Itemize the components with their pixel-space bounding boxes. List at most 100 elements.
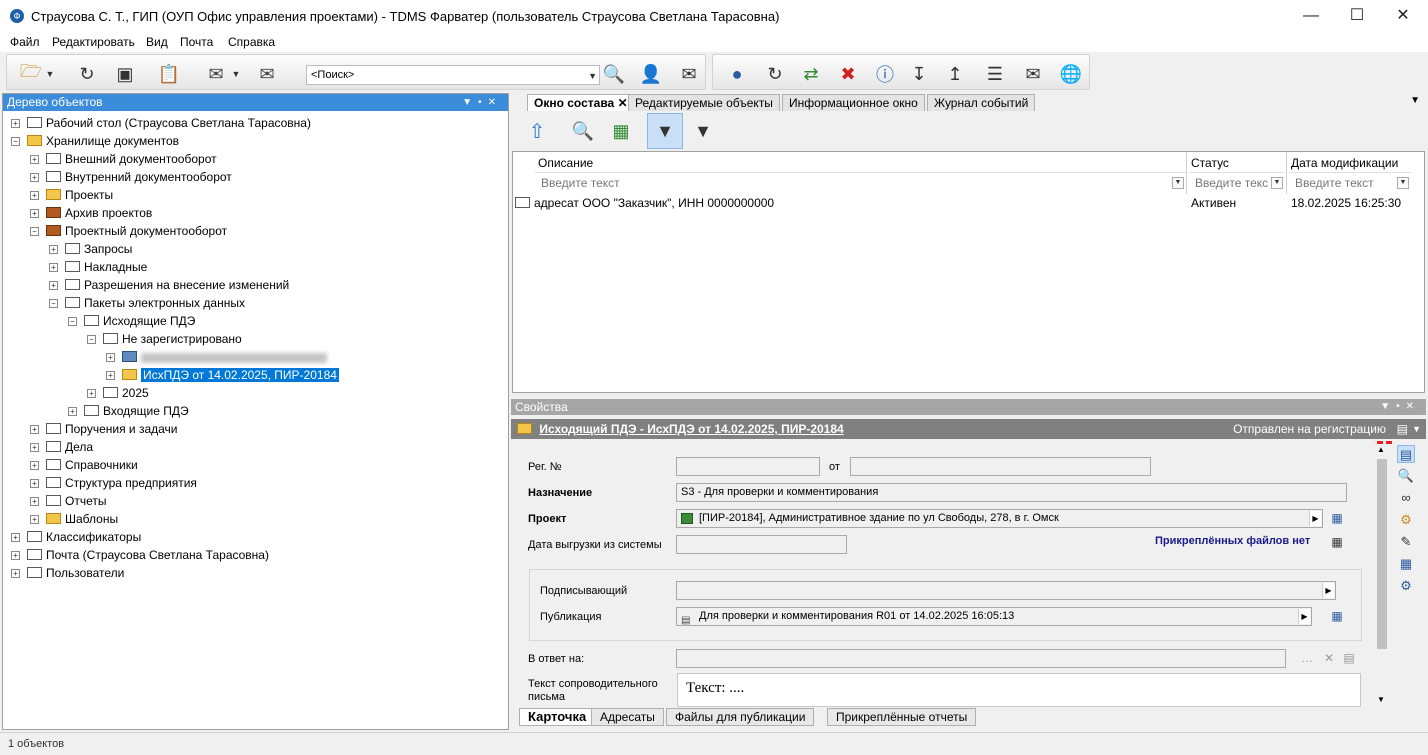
menu-mail[interactable]: Почта (180, 35, 213, 49)
tree-item[interactable]: + Рабочий стол (Страусова Светлана Тарасо… (11, 114, 311, 132)
tab-info-window[interactable]: Информационное окно (782, 94, 925, 111)
refresh-icon[interactable]: ↻ (75, 62, 99, 86)
reg-date-field[interactable] (850, 457, 1151, 476)
scroll-up-icon[interactable]: ▲ (1377, 445, 1385, 454)
filter-dropdown-icon[interactable]: ▼ (1172, 177, 1184, 189)
signer-arrow-icon[interactable]: ▶ (1322, 583, 1334, 598)
card-scrollbar[interactable]: ▲ ▼ (1375, 445, 1389, 707)
tree-item[interactable]: + Почта (Страусова Светлана Тарасовна) (11, 546, 269, 564)
new-dropdown-icon[interactable]: ▼ (43, 62, 57, 86)
new-object-icon[interactable]: 🗁 (19, 61, 43, 86)
tree-item[interactable]: + Проекты (30, 186, 113, 204)
tree-item[interactable]: + Отчеты (30, 492, 106, 510)
export-excel-icon[interactable]: ▦ (609, 119, 633, 143)
tab-addressees[interactable]: Адресаты (591, 708, 664, 726)
tree-item[interactable]: − Проектный документооборот (30, 222, 227, 240)
filter-date-input[interactable]: Введите текст ▼ (1289, 172, 1411, 192)
tabs-menu-icon[interactable]: ▼ (1410, 95, 1420, 106)
tree-item[interactable]: + Классификаторы (11, 528, 141, 546)
tree-item[interactable]: + Шаблоны (30, 510, 118, 528)
project-field[interactable]: [ПИР-20184], Административное здание по … (676, 509, 1323, 528)
key-icon[interactable]: ⚙ (1397, 511, 1415, 529)
tree-item-redacted[interactable]: + (106, 348, 327, 366)
settings-icon[interactable]: ⚙ (1397, 577, 1415, 595)
search-input[interactable]: <Поиск> ▼ (306, 65, 600, 85)
tree-item[interactable]: + Структура предприятия (30, 474, 197, 492)
link-icon[interactable]: ∞ (1397, 489, 1415, 507)
state-dropdown-icon[interactable]: ▼ (1412, 419, 1421, 439)
publication-field[interactable]: ▤ Для проверки и комментирования R01 от … (676, 607, 1312, 626)
state-menu-icon[interactable]: ▤ (1397, 419, 1408, 439)
paste-icon[interactable]: ▤ (1340, 649, 1358, 667)
filter-dropdown-icon[interactable]: ▼ (1271, 177, 1283, 189)
search-mail-icon[interactable]: ✉ (677, 62, 701, 86)
object-title[interactable]: Исходящий ПДЭ - ИсхПДЭ от 14.02.2025, ПИ… (539, 422, 843, 436)
tree-item[interactable]: + Входящие ПДЭ (68, 402, 189, 420)
tree-item[interactable]: + Дела (30, 438, 93, 456)
attach-files-icon[interactable]: ▦ (1328, 533, 1346, 551)
menu-file[interactable]: Файл (10, 35, 40, 49)
attached-files-link[interactable]: Прикреплённых файлов нет (1155, 535, 1310, 547)
tree-item[interactable]: − Пакеты электронных данных (49, 294, 245, 312)
filter-icon[interactable]: ▼ (653, 119, 677, 143)
column-header-status[interactable]: Статус (1191, 156, 1229, 170)
tree-item[interactable]: − Хранилище документов (11, 132, 179, 150)
purpose-field[interactable]: S3 - Для проверки и комментирования (676, 483, 1347, 502)
tab-event-log[interactable]: Журнал событий (927, 94, 1036, 111)
close-button[interactable]: ✕ (1380, 0, 1426, 32)
tab-composition[interactable]: Окно состава ✕ (527, 94, 635, 112)
tree-item[interactable]: − Исходящие ПДЭ (68, 312, 195, 330)
reload-icon[interactable]: ↻ (763, 62, 787, 86)
project-arrow-icon[interactable]: ▶ (1309, 511, 1321, 526)
cancel-icon[interactable]: ✖ (836, 62, 860, 86)
send-mail-icon[interactable]: ✉ (255, 62, 279, 86)
tab-publication-files[interactable]: Файлы для публикации (666, 708, 815, 726)
filter-settings-icon[interactable]: ▼ (691, 119, 715, 143)
search-user-icon[interactable]: 👤 (639, 62, 663, 86)
find-icon[interactable]: 🔍 (571, 119, 595, 143)
clear-icon[interactable]: ✕ (1320, 649, 1338, 667)
sync-users-icon[interactable]: ⇄ (799, 62, 823, 86)
card-view-icon[interactable]: ▤ (1397, 445, 1415, 463)
up-arrow-icon[interactable]: ⇧ (525, 119, 549, 143)
globe-icon[interactable]: 🌐 (1059, 62, 1083, 86)
cover-letter-text[interactable]: Текст: .... (677, 673, 1361, 707)
menu-view[interactable]: Вид (146, 35, 168, 49)
check-in-icon[interactable]: ↧ (907, 62, 931, 86)
export-date-field[interactable] (676, 535, 847, 554)
tree-item[interactable]: + Поручения и задачи (30, 420, 178, 438)
properties-icon[interactable]: 📋 (157, 62, 181, 86)
search-document-icon[interactable]: 🔍 (602, 62, 626, 86)
search-icon[interactable]: 🔍 (1397, 467, 1415, 485)
tab-edited-objects[interactable]: Редактируемые объекты (628, 94, 780, 111)
menu-edit[interactable]: Редактировать (52, 35, 135, 49)
browse-icon[interactable]: … (1298, 649, 1316, 667)
panel-controls-icon[interactable]: ▼•✕ (1380, 399, 1420, 415)
filter-description-input[interactable]: Введите текст ▼ (535, 172, 1186, 192)
scroll-down-icon[interactable]: ▼ (1377, 695, 1385, 704)
tree-item[interactable]: + Разрешения на внесение изменений (49, 276, 289, 294)
tree-item[interactable]: + Внешний документооборот (30, 150, 217, 168)
check-out-icon[interactable]: ↥ (943, 62, 967, 86)
publication-tree-icon[interactable]: ▦ (1328, 607, 1346, 625)
window-icon[interactable]: ▣ (113, 62, 137, 86)
search-dropdown-icon[interactable]: ▼ (588, 67, 597, 85)
menu-help[interactable]: Справка (228, 35, 275, 49)
publication-arrow-icon[interactable]: ▶ (1298, 609, 1310, 624)
tree-item[interactable]: + Архив проектов (30, 204, 152, 222)
versions-icon[interactable]: ▦ (1397, 555, 1415, 573)
tree-item[interactable]: + Накладные (49, 258, 147, 276)
column-header-description[interactable]: Описание (538, 156, 593, 170)
info-circle-icon[interactable]: ● (725, 62, 749, 86)
panel-controls-icon[interactable]: ▼•✕ (462, 94, 502, 111)
tree-item[interactable]: + Запросы (49, 240, 132, 258)
tree-item-selected[interactable]: + ИсхПДЭ от 14.02.2025, ПИР-20184 (106, 366, 339, 384)
close-tab-icon[interactable]: ✕ (618, 96, 628, 110)
reply-to-field[interactable] (676, 649, 1286, 668)
maximize-button[interactable]: ☐ (1334, 0, 1380, 32)
tab-card[interactable]: Карточка (519, 708, 596, 726)
tree-item[interactable]: − Не зарегистрировано (87, 330, 242, 348)
tree-item[interactable]: + Пользователи (11, 564, 124, 582)
edit-icon[interactable]: ✎ (1397, 533, 1415, 551)
tree-item[interactable]: + Внутренний документооборот (30, 168, 232, 186)
